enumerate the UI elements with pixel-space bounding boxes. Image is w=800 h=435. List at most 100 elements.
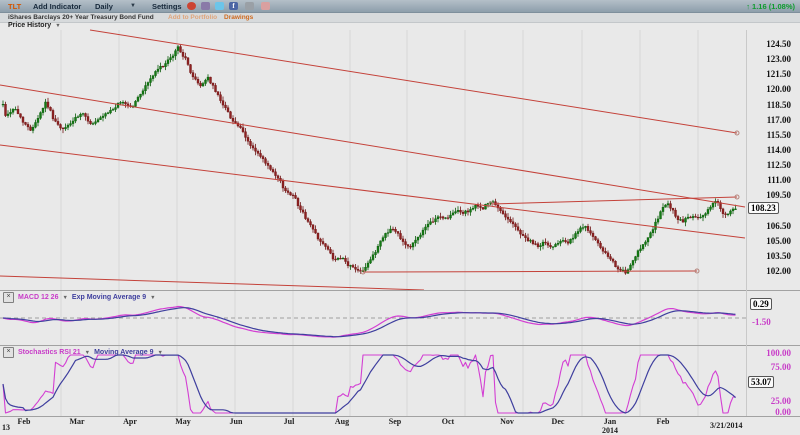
candle-body xyxy=(20,114,22,117)
candle-body xyxy=(107,113,109,114)
candle-body xyxy=(452,213,454,215)
candle-body xyxy=(212,83,214,85)
notes-icon[interactable] xyxy=(261,2,270,10)
up-arrow-icon: ↑ xyxy=(746,2,750,11)
email-icon[interactable] xyxy=(245,2,254,10)
candle-body xyxy=(220,95,222,101)
candle-body xyxy=(112,109,114,110)
candle-body xyxy=(22,117,24,122)
candle-body xyxy=(652,230,654,233)
candle-body xyxy=(222,101,224,106)
add-indicator-button[interactable]: Add Indicator xyxy=(33,2,81,11)
x-axis-label: Oct xyxy=(431,417,465,426)
candle-body xyxy=(165,64,167,67)
candle-body xyxy=(692,216,694,217)
candle-body xyxy=(550,245,552,247)
candle-body xyxy=(657,219,659,222)
price-history-selector[interactable]: Price History ▼ xyxy=(8,22,61,29)
candle-body xyxy=(437,217,439,219)
stoch-signal-title[interactable]: Moving Average 9 xyxy=(94,349,153,356)
alert-icon[interactable] xyxy=(187,2,196,10)
candle-body xyxy=(375,252,377,254)
candle-body xyxy=(252,146,254,148)
symbol-label: TLT xyxy=(8,2,21,11)
chevron-down-icon[interactable]: ▼ xyxy=(130,3,136,9)
facebook-icon[interactable]: f xyxy=(229,2,238,10)
macd-title[interactable]: MACD 12 26 xyxy=(18,294,58,301)
candle-body xyxy=(115,108,117,110)
candle-body xyxy=(665,205,667,207)
candle-body xyxy=(700,217,702,218)
candle-body xyxy=(317,233,319,239)
candle-body xyxy=(502,211,504,214)
candle-body xyxy=(377,246,379,252)
candle-body xyxy=(302,210,304,212)
price-axis-label: 105.00 xyxy=(745,236,791,246)
candle-body xyxy=(400,233,402,239)
candle-body xyxy=(512,222,514,224)
candle-body xyxy=(272,169,274,171)
candle-body xyxy=(40,113,42,119)
candle-body xyxy=(255,148,257,151)
candle-body xyxy=(225,105,227,108)
chevron-down-icon[interactable]: ▼ xyxy=(150,295,155,301)
chevron-down-icon[interactable]: ▼ xyxy=(62,295,67,301)
candle-body xyxy=(455,212,457,213)
candle-body xyxy=(45,102,47,108)
stoch-title[interactable]: Stochastics RSI 21 xyxy=(18,349,81,356)
candle-body xyxy=(462,212,464,214)
add-to-portfolio-link[interactable]: Add to Portfolio xyxy=(168,14,217,21)
candle-body xyxy=(367,263,369,267)
stoch-rsi-line xyxy=(3,355,736,413)
candle-body xyxy=(677,216,679,219)
chart-canvas[interactable] xyxy=(0,0,800,431)
period-dropdown[interactable]: Daily xyxy=(95,2,113,11)
candle-body xyxy=(275,172,277,176)
candle-body xyxy=(80,114,82,117)
price-axis-label: 102.00 xyxy=(745,266,791,276)
drawings-link[interactable]: Drawings xyxy=(224,14,253,21)
fund-name: iShares Barclays 20+ Year Treasury Bond … xyxy=(8,14,154,21)
chevron-down-icon[interactable]: ▼ xyxy=(157,350,162,356)
candle-body xyxy=(395,229,397,231)
settings-button[interactable]: Settings xyxy=(152,2,182,11)
candle-body xyxy=(247,137,249,141)
candle-body xyxy=(315,229,317,233)
x-axis-label: Feb xyxy=(646,417,680,426)
candle-body xyxy=(185,57,187,59)
x-axis-label: Aug xyxy=(325,417,359,426)
candle-body xyxy=(250,141,252,145)
candle-body xyxy=(430,222,432,225)
twitter-icon[interactable] xyxy=(215,2,224,10)
candle-body xyxy=(387,233,389,234)
candle-body xyxy=(480,206,482,207)
candle-body xyxy=(10,112,12,114)
candle-body xyxy=(320,239,322,242)
price-axis-label: 120.00 xyxy=(745,84,791,94)
macd-signal-title[interactable]: Exp Moving Average 9 xyxy=(72,294,146,301)
candle-body xyxy=(135,101,137,106)
candle-body xyxy=(380,241,382,246)
candle-body xyxy=(192,73,194,77)
candle-body xyxy=(310,222,312,225)
candle-body xyxy=(75,117,77,121)
candle-body xyxy=(570,239,572,243)
chevron-down-icon[interactable]: ▼ xyxy=(85,350,90,356)
macd-signal-line xyxy=(3,308,736,337)
candle-body xyxy=(545,242,547,243)
candle-body xyxy=(457,210,459,211)
chart-icon[interactable] xyxy=(201,2,210,10)
candle-body xyxy=(520,230,522,234)
x-axis-label: Sep xyxy=(378,417,412,426)
close-icon[interactable]: × xyxy=(3,292,14,303)
candle-body xyxy=(595,237,597,240)
candle-body xyxy=(632,261,634,266)
candle-body xyxy=(507,217,509,219)
candle-body xyxy=(122,102,124,103)
candle-body xyxy=(147,83,149,86)
x-axis-label: Jan xyxy=(593,417,627,426)
candle-body xyxy=(230,112,232,119)
candle-body xyxy=(110,110,112,113)
candle-body xyxy=(322,242,324,244)
close-icon[interactable]: × xyxy=(3,347,14,358)
